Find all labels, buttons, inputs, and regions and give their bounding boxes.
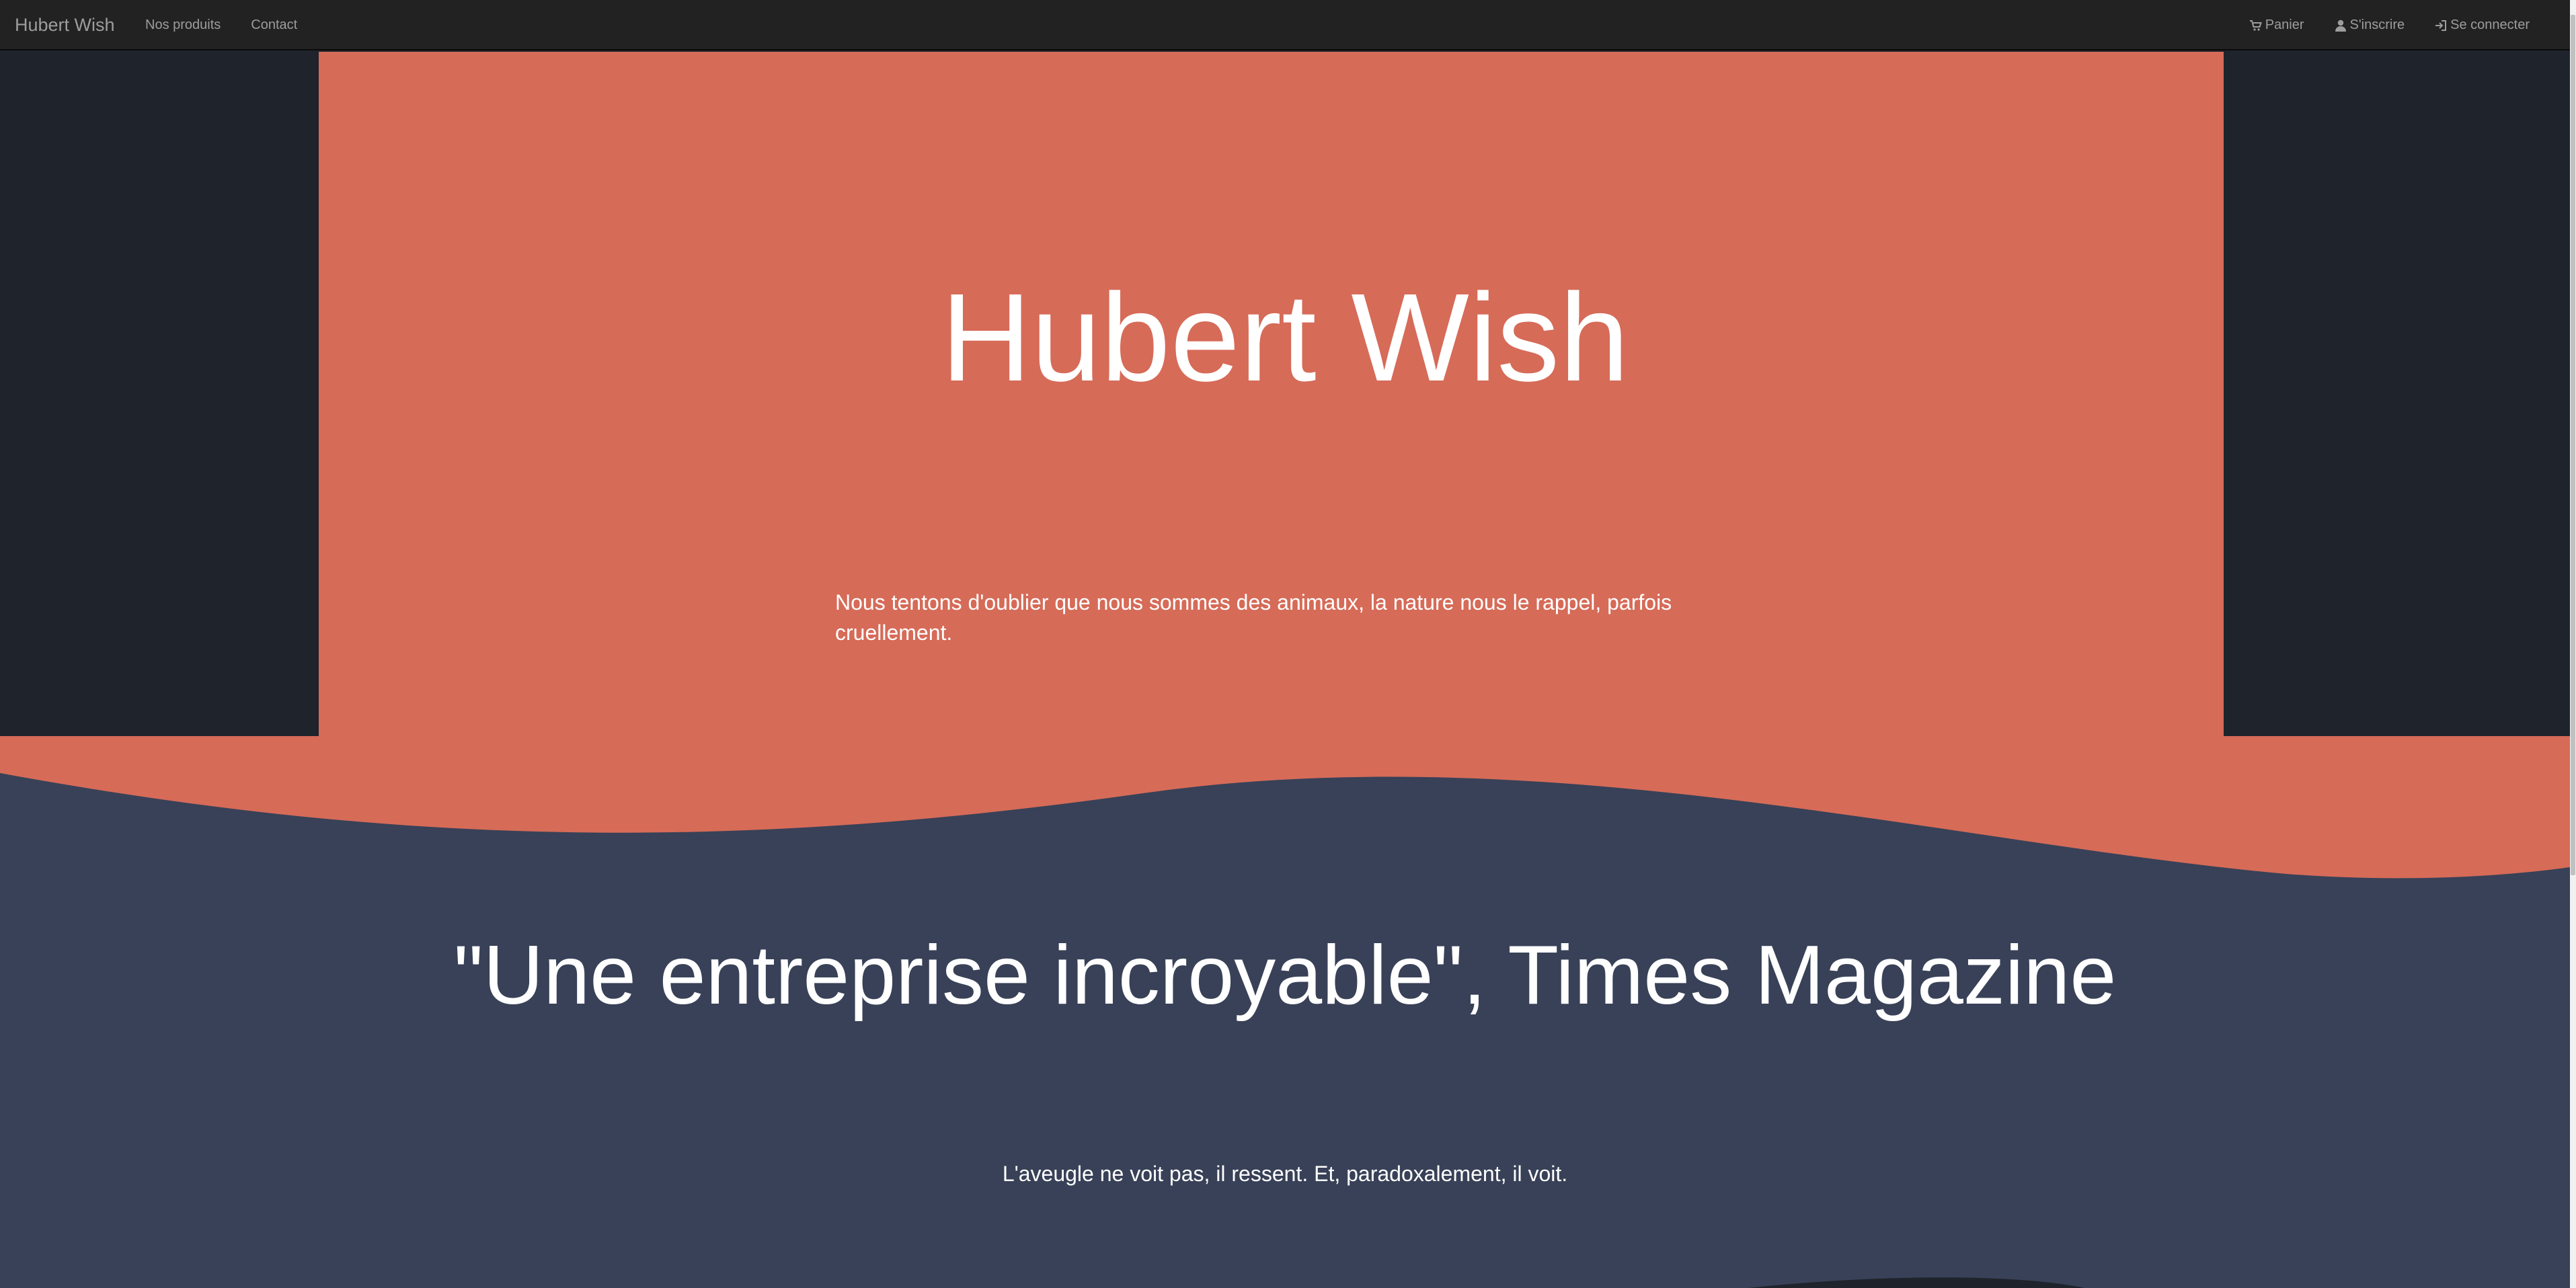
nav-right-menu: Panier S'inscrire Se connecter — [2220, 0, 2530, 50]
testimonial-quote: "Une entreprise incroyable", Times Magaz… — [453, 929, 2117, 1022]
nav-link-products[interactable]: Nos produits — [145, 17, 221, 33]
nav-link-cart-label: Panier — [2265, 17, 2304, 32]
brand-link[interactable]: Hubert Wish — [15, 0, 115, 50]
nav-link-contact[interactable]: Contact — [251, 17, 297, 33]
nav-link-login[interactable]: Se connecter — [2434, 17, 2530, 33]
nav-left-menu: Nos produits Contact — [145, 0, 327, 50]
nav-link-signup[interactable]: S'inscrire — [2334, 17, 2405, 33]
scrollbar-thumb[interactable] — [2571, 15, 2575, 875]
nav-link-cart[interactable]: Panier — [2249, 17, 2304, 33]
testimonial-subtext: L'aveugle ne voit pas, il ressent. Et, p… — [1002, 1162, 1568, 1186]
cart-icon — [2249, 19, 2262, 31]
hero-tagline: Nous tentons d'oublier que nous sommes d… — [835, 590, 1672, 645]
hero-title: Hubert Wish — [941, 268, 1629, 407]
page-scrollbar[interactable] — [2570, 0, 2576, 1288]
top-navbar: Hubert Wish Nos produits Contact Panier … — [0, 0, 2570, 50]
login-icon — [2435, 19, 2447, 31]
nav-link-login-label: Se connecter — [2450, 17, 2530, 32]
page: Hubert Wish Nos produits Contact Panier … — [0, 0, 2576, 1288]
user-icon — [2335, 19, 2346, 32]
nav-link-signup-label: S'inscrire — [2349, 17, 2405, 32]
